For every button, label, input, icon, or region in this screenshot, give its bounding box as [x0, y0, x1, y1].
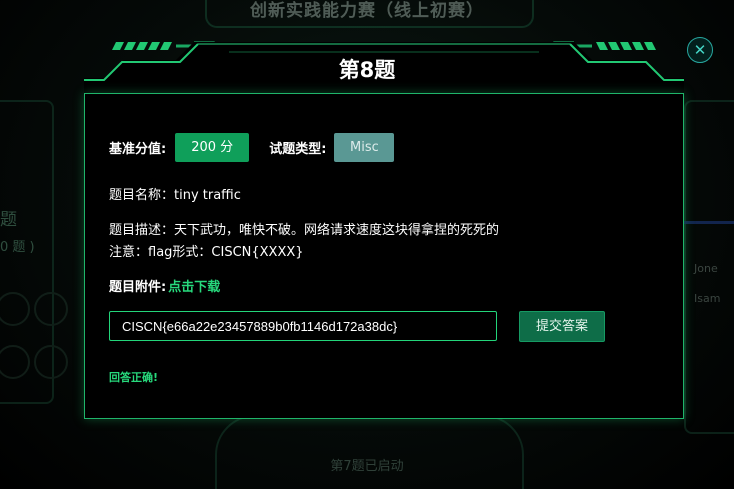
- left-stripes-icon: [112, 42, 172, 50]
- result-message: 回答正确!: [109, 371, 159, 384]
- flag-format-note: 注意：flag形式：CISCN{XXXX}: [109, 245, 304, 260]
- bg-circle-icon: [34, 345, 68, 379]
- bg-circle-icon: [34, 292, 68, 326]
- bottom-status-text: 第7题已启动: [330, 459, 404, 474]
- right-panel-highlight: [684, 221, 734, 224]
- right-stripes-icon: [596, 42, 656, 50]
- attachment-label: 题目附件:: [109, 280, 167, 295]
- flag-input[interactable]: [109, 311, 497, 341]
- left-panel-heading: 题: [0, 210, 17, 230]
- download-link[interactable]: 点击下载: [168, 276, 220, 295]
- left-panel-count: 0 题 ): [0, 240, 35, 255]
- type-badge: Misc: [334, 133, 395, 162]
- question-name: 题目名称：tiny traffic: [109, 188, 241, 203]
- right-panel-text: Jone: [694, 262, 718, 275]
- close-icon: ✕: [693, 41, 707, 59]
- question-description: 题目描述：天下武功，唯快不破。网络请求速度这块得拿捏的死死的: [109, 223, 500, 238]
- score-badge: 200 分: [175, 133, 250, 162]
- type-label: 试题类型:: [269, 142, 327, 157]
- modal-title: 第8题: [338, 58, 396, 82]
- page-title: 创新实践能力赛（线上初赛）: [250, 1, 484, 21]
- close-button[interactable]: ✕: [687, 37, 713, 63]
- score-type-row: 基准分值: 200 分 试题类型: Misc: [109, 133, 395, 162]
- attachment-row: 题目附件: 点击下载: [109, 276, 220, 295]
- score-label: 基准分值:: [109, 142, 167, 157]
- right-panel-text: Isam: [694, 292, 721, 305]
- submit-answer-button[interactable]: 提交答案: [519, 311, 605, 342]
- screen: 创新实践能力赛（线上初赛） 题 0 题 ) Jone Isam 第7题已启动 第…: [0, 0, 734, 489]
- bottom-frame: [215, 415, 524, 489]
